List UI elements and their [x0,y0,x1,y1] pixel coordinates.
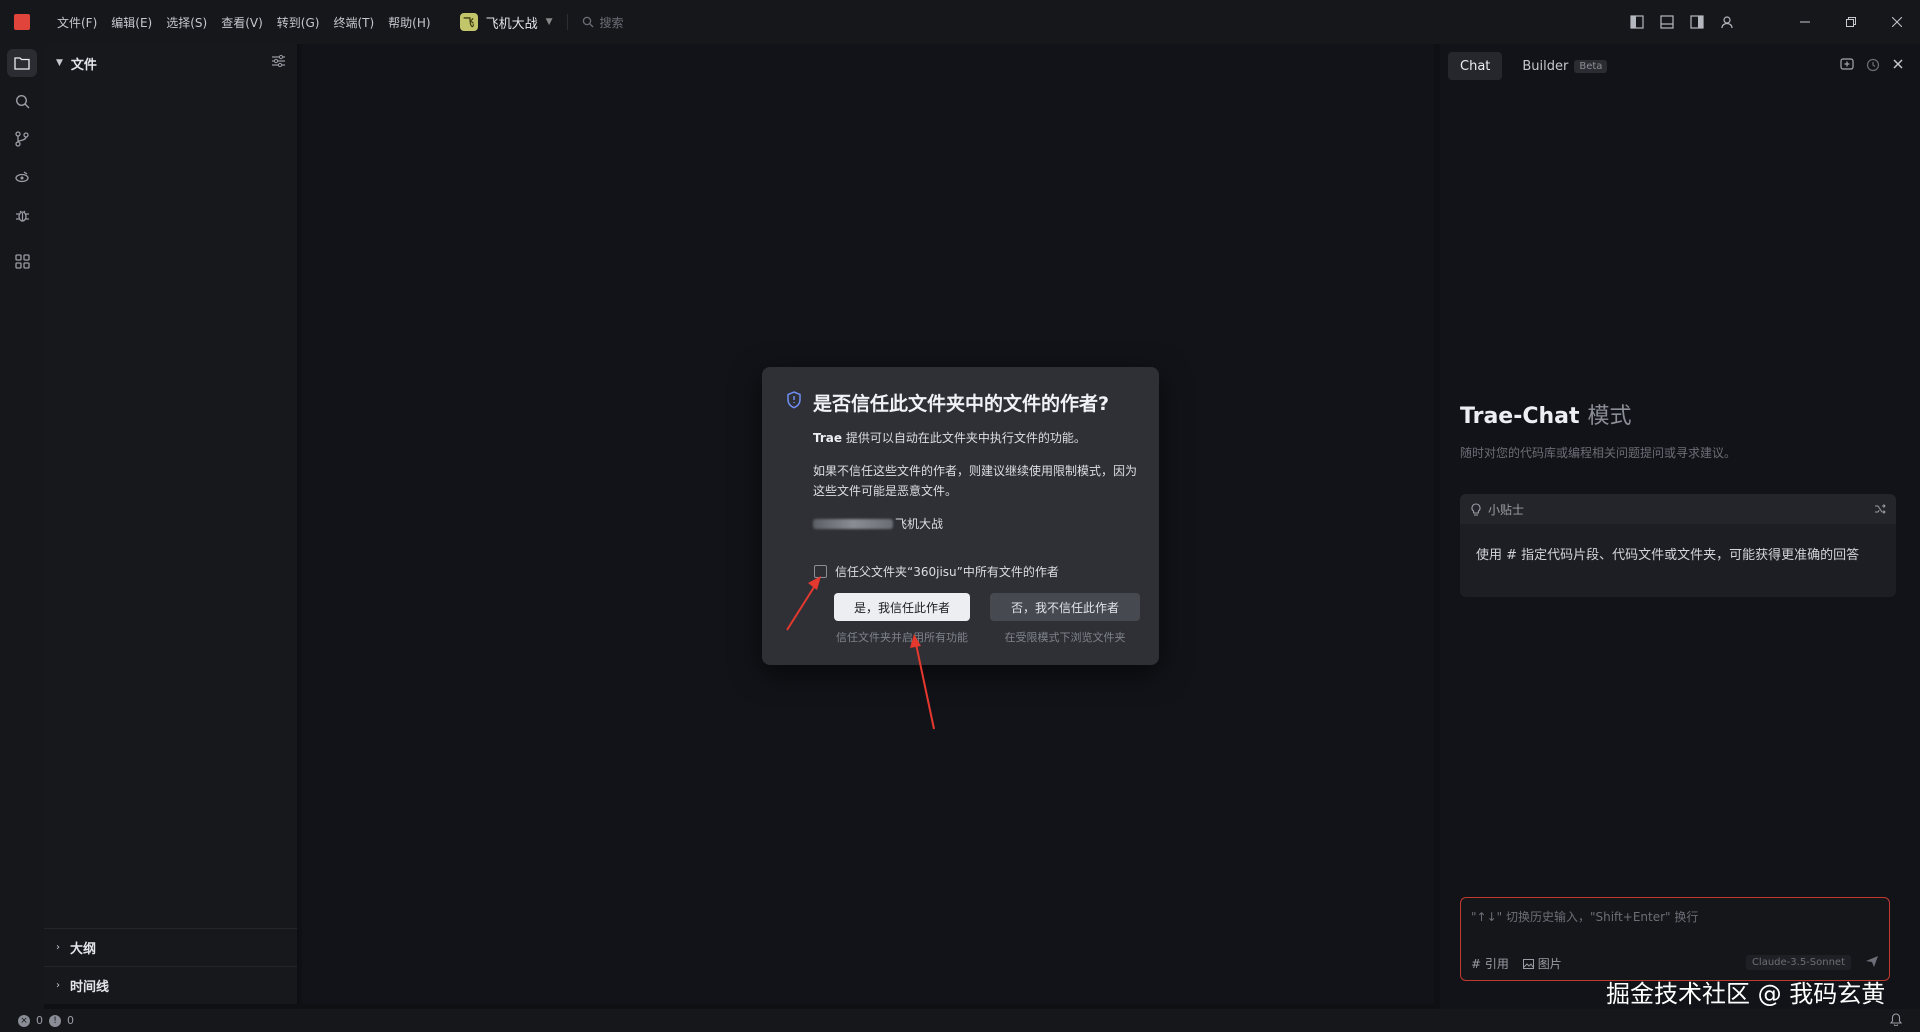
debug-icon[interactable] [0,196,44,234]
tip-header: 小贴士 [1460,494,1896,524]
dialog-description: Trae 提供可以自动在此文件夹中执行文件的功能。 [813,429,1086,446]
close-button[interactable] [1874,0,1920,44]
folder-path: 飞机大战 [813,515,943,532]
search-icon[interactable] [0,82,44,120]
chat-tabs: Chat Builder Beta [1448,52,1619,80]
section-timeline-label: 时间线 [70,980,110,995]
trust-yes-button[interactable]: 是，我信任此作者 [834,593,970,621]
chevron-down-icon: ▼ [56,58,63,68]
watermark: 掘金技术社区 @ 我码玄黄 [1606,980,1886,1008]
chevron-down-icon: ▼ [545,17,553,27]
tab-builder-label: Builder [1522,58,1569,74]
menu-view[interactable]: 查看(V) [214,14,270,31]
bell-icon[interactable] [1889,1013,1903,1029]
section-outline-label: 大纲 [70,942,97,957]
chat-input-placeholder: "↑↓" 切换历史输入，"Shift+Enter" 换行 [1471,910,1699,924]
search-box[interactable]: 搜索 [582,14,624,31]
menu-file[interactable]: 文件(F) [50,14,104,31]
new-chat-icon[interactable] [1840,58,1854,76]
shield-icon [787,391,801,409]
account-icon[interactable] [1712,0,1742,44]
chat-input-actions: # 引用 图片 [1471,955,1562,972]
explorer-title: 文件 [70,57,97,73]
trust-dialog: 是否信任此文件夹中的文件的作者? Trae 提供可以自动在此文件夹中执行文件的功… [762,367,1159,665]
chat-title-mode: 模式 [1587,404,1632,429]
trust-parent-checkbox[interactable]: 信任父文件夹“360jisu”中所有文件的作者 [814,563,1059,580]
chat-input[interactable]: "↑↓" 切换历史输入，"Shift+Enter" 换行 # 引用 图片 Cla… [1460,897,1890,981]
redacted-path [813,518,893,529]
chat-mode-title: Trae-Chat 模式 [1460,398,1632,430]
tab-chat[interactable]: Chat [1448,52,1503,80]
titlebar-controls [1622,0,1920,44]
toggle-sidebar-icon[interactable] [1622,0,1652,44]
divider [566,14,568,30]
minimize-button[interactable] [1782,0,1828,44]
toggle-panel-icon[interactable] [1652,0,1682,44]
menu-bar: 文件(F) 编辑(E) 选择(S) 查看(V) 转到(G) 终端(T) 帮助(H… [50,14,438,31]
close-icon[interactable] [1892,58,1904,76]
history-icon[interactable] [1866,58,1880,76]
project-switcher[interactable]: 飞 飞机大战 ▼ [459,13,553,32]
chevron-right-icon: › [56,942,60,953]
folder-name: 飞机大战 [895,517,944,531]
sidebar-sections: › 大纲 › 时间线 [44,928,297,1004]
reference-button[interactable]: # 引用 [1471,955,1509,972]
image-button[interactable]: 图片 [1522,955,1562,972]
activity-bar [0,44,44,1009]
chat-title-text: Trae-Chat [1460,404,1580,429]
send-icon[interactable] [1865,954,1879,972]
menu-help[interactable]: 帮助(H) [381,14,437,31]
section-timeline[interactable]: › 时间线 [44,966,297,1004]
source-control-icon[interactable] [0,120,44,158]
title-bar: 文件(F) 编辑(E) 选择(S) 查看(V) 转到(G) 终端(T) 帮助(H… [0,0,1920,44]
explorer-icon[interactable] [0,44,44,82]
warning-icon[interactable]: ! [49,1014,61,1027]
checkbox[interactable] [814,565,827,578]
explorer-sidebar: ▼ 文件 › 大纲 › 时间线 [44,44,298,1004]
trust-yes-hint: 信任文件夹并启用所有功能 [836,631,968,644]
trust-parent-label: 信任父文件夹“360jisu”中所有文件的作者 [835,565,1059,579]
lightbulb-icon [1471,502,1481,516]
trust-no-button[interactable]: 否，我不信任此作者 [990,593,1140,621]
chat-panel: Chat Builder Beta Trae-Chat 模式 随时对您的代码库或编… [1440,44,1920,1009]
dialog-warning: 如果不信任这些文件的作者，则建议继续使用限制模式，因为这些文件可能是恶意文件。 [813,464,1138,498]
app-logo-icon [14,14,30,30]
explorer-header[interactable]: ▼ 文件 [44,44,297,82]
tip-card: 小贴士 使用 # 指定代码片段、代码文件或文件夹，可能获得更准确的回答 [1460,494,1896,597]
tip-label: 小贴士 [1488,502,1525,517]
section-outline[interactable]: › 大纲 [44,928,297,966]
shuffle-icon[interactable] [1874,503,1886,515]
image-icon [1522,959,1534,969]
chat-subtitle: 随时对您的代码库或编程相关问题提问或寻求建议。 [1460,446,1737,460]
search-placeholder: 搜索 [599,15,624,30]
project-icon: 飞 [459,13,478,31]
model-selector[interactable]: Claude-3.5-Sonnet [1745,955,1851,970]
dialog-brand: Trae [813,431,843,445]
toggle-right-panel-icon[interactable] [1682,0,1712,44]
remote-icon[interactable] [0,158,44,196]
dialog-title: 是否信任此文件夹中的文件的作者? [813,393,1110,415]
trust-no-hint: 在受限模式下浏览文件夹 [1004,631,1126,644]
search-icon [582,16,593,28]
dialog-description-text: 提供可以自动在此文件夹中执行文件的功能。 [842,431,1086,445]
menu-edit[interactable]: 编辑(E) [104,14,159,31]
tab-builder[interactable]: Builder Beta [1510,52,1619,80]
image-button-label: 图片 [1537,957,1562,971]
warning-count: 0 [67,1014,74,1027]
status-bar: × 0 ! 0 [0,1009,1920,1032]
menu-go[interactable]: 转到(G) [270,14,327,31]
restore-button[interactable] [1828,0,1874,44]
tip-body: 使用 # 指定代码片段、代码文件或文件夹，可能获得更准确的回答 [1476,548,1860,563]
chat-toolbar [1840,58,1904,76]
error-icon[interactable]: × [18,1014,30,1027]
beta-badge: Beta [1574,59,1608,73]
extensions-icon[interactable] [0,242,44,280]
project-name: 飞机大战 [485,16,538,32]
menu-terminal[interactable]: 终端(T) [326,14,381,31]
filter-icon[interactable] [272,54,285,71]
chevron-right-icon: › [56,980,60,991]
menu-selection[interactable]: 选择(S) [159,14,214,31]
error-count: 0 [36,1014,43,1027]
